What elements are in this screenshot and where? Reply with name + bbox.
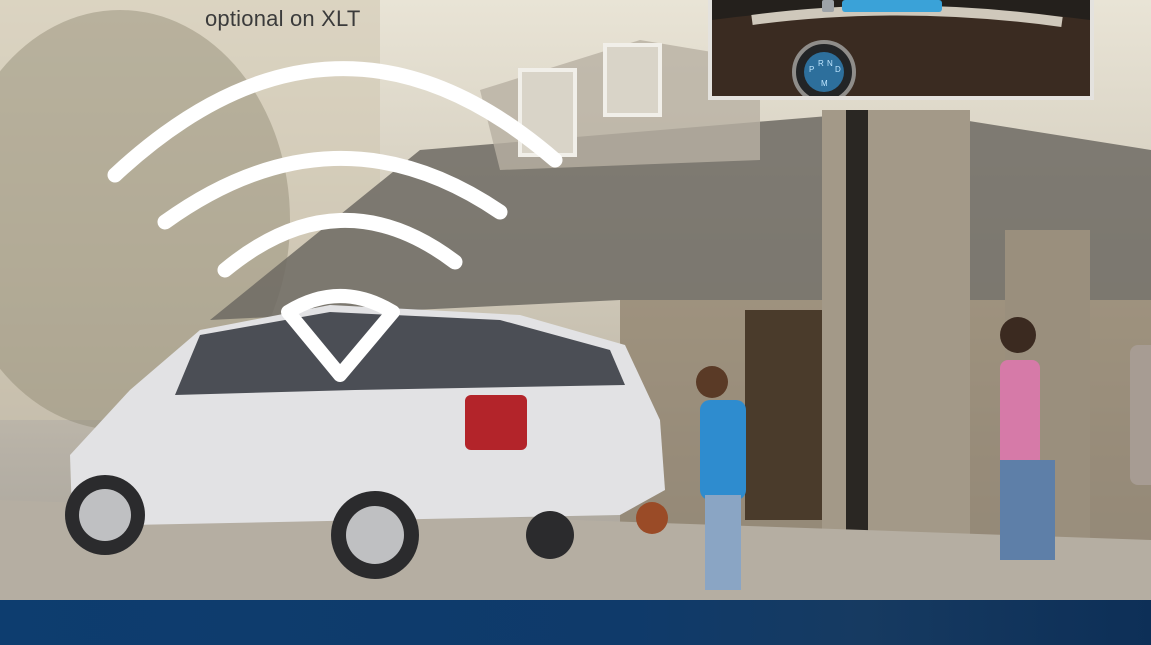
shifter-letter-m: M [821, 79, 828, 88]
interior-inset-photo: P R N D M [708, 0, 1094, 100]
shifter-letter-d: D [835, 65, 841, 74]
shifter-letter-p: P [809, 65, 814, 74]
shifter-letter-n: N [827, 59, 833, 68]
footer-band [0, 600, 1151, 645]
shifter-photo: P R N D M [712, 0, 1090, 96]
feature-caption: optional on XLT [205, 6, 361, 31]
shifter-letter-r: R [818, 59, 824, 68]
